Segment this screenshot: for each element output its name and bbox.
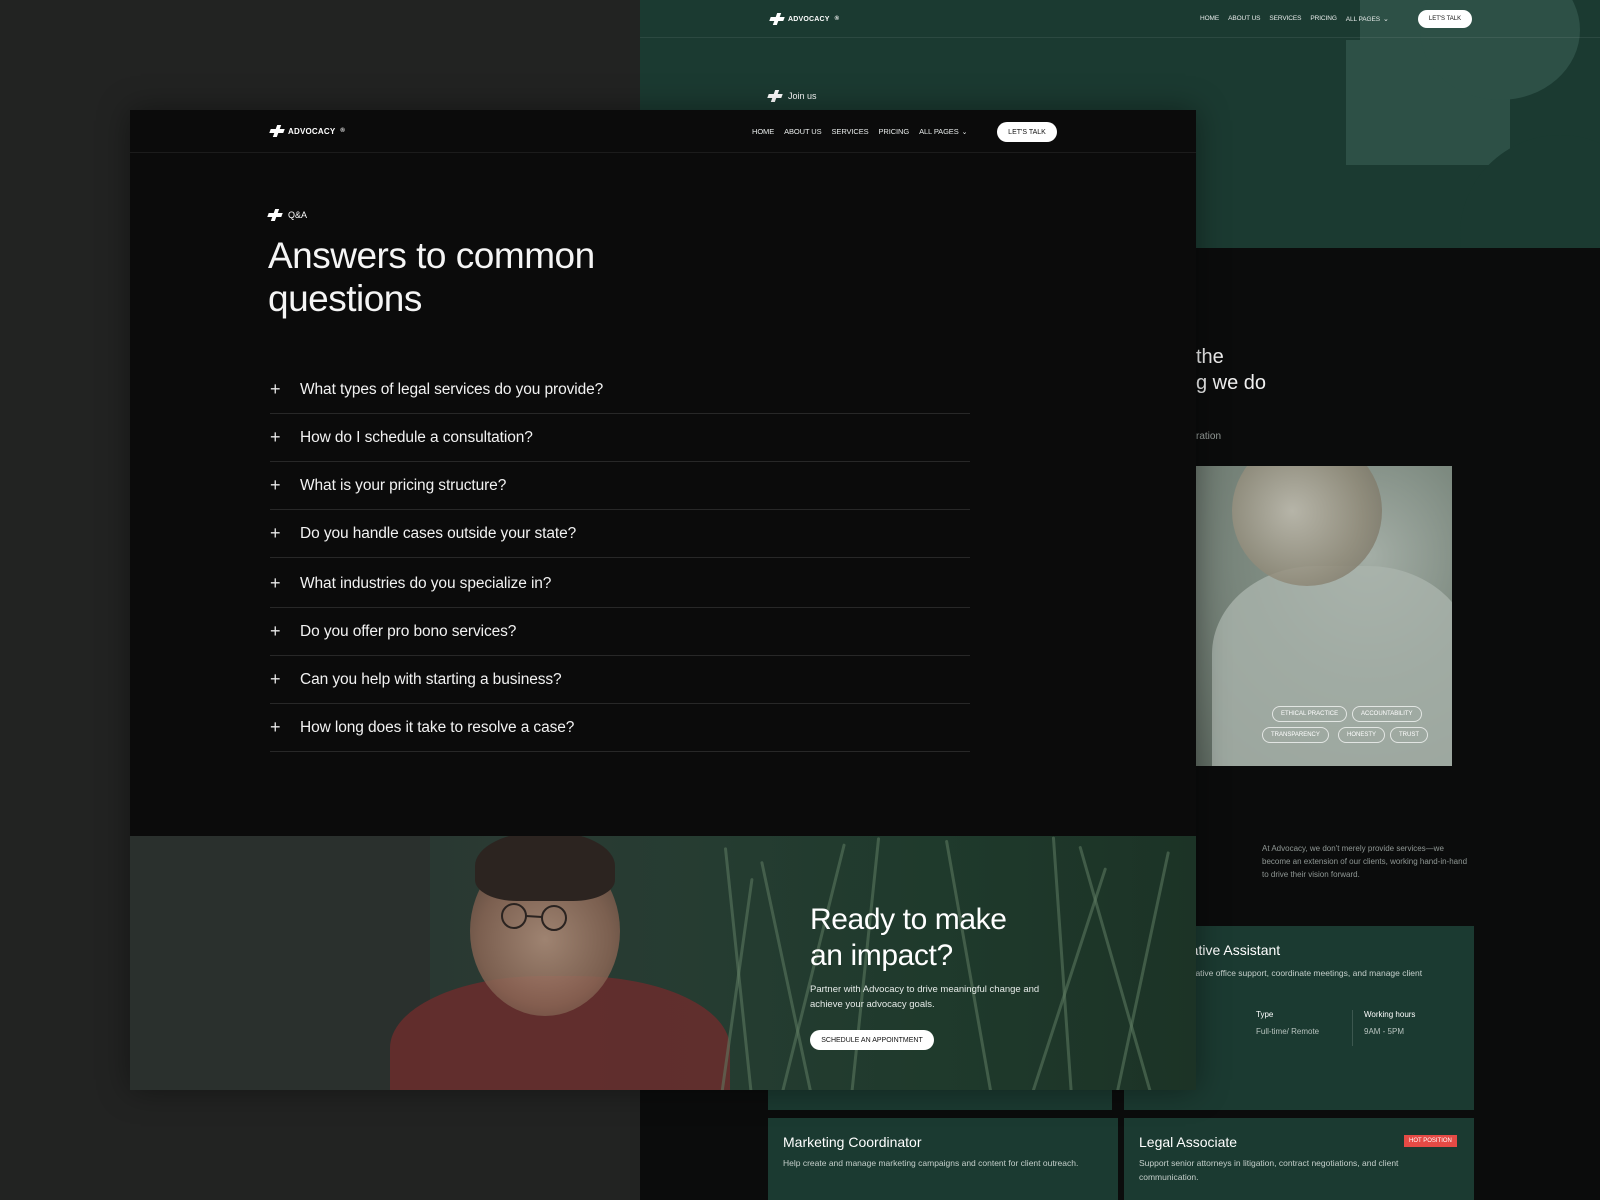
- job-desc: Help create and manage marketing campaig…: [783, 1158, 1079, 1168]
- faq-item[interactable]: + What types of legal services do you pro…: [270, 366, 970, 414]
- faq-item[interactable]: + What industries do you specialize in?: [270, 560, 970, 608]
- faq-page: ADVOCACY ® HOME ABOUT US SERVICES PRICIN…: [130, 110, 1196, 1090]
- cross-icon: [268, 209, 282, 221]
- nav-all-pages[interactable]: ALL PAGES ⌄: [1346, 15, 1389, 23]
- faq-item[interactable]: + What is your pricing structure?: [270, 462, 970, 510]
- divider: [1352, 1010, 1353, 1046]
- back-logo[interactable]: ADVOCACY ®: [770, 13, 839, 25]
- nav-about-us[interactable]: ABOUT US: [784, 127, 822, 136]
- plus-icon: +: [270, 475, 281, 495]
- job-type-value: Full-time/ Remote: [1256, 1027, 1320, 1036]
- nav-home[interactable]: HOME: [752, 127, 774, 136]
- job-type-label: Type: [1256, 1010, 1274, 1019]
- faq-item[interactable]: + How do I schedule a consultation?: [270, 414, 970, 462]
- job-card[interactable]: Marketing Coordinator Help create and ma…: [768, 1118, 1118, 1200]
- back-nav-links: HOME ABOUT US SERVICES PRICING ALL PAGES…: [1200, 15, 1389, 23]
- plus-icon: +: [270, 427, 281, 447]
- faq-item[interactable]: + Do you offer pro bono services?: [270, 608, 970, 656]
- logo-registered: ®: [834, 16, 840, 22]
- job-title: rative Assistant: [1186, 942, 1281, 958]
- glasses-shape: [501, 903, 567, 931]
- plus-icon: +: [270, 717, 281, 737]
- job-desc: Support senior attorneys in litigation, …: [1139, 1158, 1399, 1182]
- faq-item[interactable]: + Do you handle cases outside your state?: [270, 510, 970, 558]
- logo-text: ADVOCACY: [288, 126, 336, 136]
- back-lets-talk-button[interactable]: LET'S TALK: [1418, 10, 1472, 28]
- cta-banner: Ready to make an impact? Partner with Ad…: [130, 836, 1196, 1090]
- plus-icon: +: [270, 379, 281, 399]
- plus-icon: +: [270, 621, 281, 641]
- nav-about-us[interactable]: ABOUT US: [1228, 15, 1260, 23]
- value-tag: ACCOUNTABILITY: [1352, 706, 1422, 722]
- logo-cross-icon: [770, 13, 784, 25]
- back-nav: ADVOCACY ® HOME ABOUT US SERVICES PRICIN…: [640, 0, 1600, 38]
- front-nav-links: HOME ABOUT US SERVICES PRICING ALL PAGES…: [752, 127, 967, 136]
- job-desc: strative office support, coordinate meet…: [1186, 968, 1423, 978]
- plus-icon: +: [270, 523, 281, 543]
- value-tag: TRANSPARENCY: [1262, 727, 1329, 743]
- front-nav: ADVOCACY ® HOME ABOUT US SERVICES PRICIN…: [130, 110, 1196, 153]
- logo-cross-icon: [270, 125, 284, 137]
- back-heading: the g we do: [1196, 346, 1267, 394]
- nav-pricing[interactable]: PRICING: [1310, 15, 1336, 23]
- chevron-down-icon: ⌄: [1382, 16, 1389, 23]
- schedule-appointment-button[interactable]: SCHEDULE AN APPOINTMENT: [810, 1030, 934, 1050]
- page-title: Answers to common questions: [268, 235, 595, 319]
- value-tag: HONESTY: [1338, 727, 1386, 743]
- nav-services[interactable]: SERVICES: [832, 127, 869, 136]
- join-us-label: Join us: [768, 90, 817, 102]
- value-tag: TRUST: [1390, 727, 1428, 743]
- nav-all-pages[interactable]: ALL PAGES ⌄: [919, 127, 967, 136]
- hot-position-badge: HOT POSITION: [1404, 1135, 1457, 1147]
- team-photo: ETHICAL PRACTICE ACCOUNTABILITY TRANSPAR…: [1172, 466, 1452, 766]
- intro-text: At Advocacy, we don't merely provide ser…: [1262, 844, 1468, 879]
- nav-home[interactable]: HOME: [1200, 15, 1219, 23]
- person-shape: [475, 836, 615, 901]
- job-title: Marketing Coordinator: [783, 1134, 922, 1150]
- plant-leaf: [1115, 851, 1170, 1090]
- logo-registered: ®: [340, 128, 346, 134]
- section-label: Q&A: [268, 209, 307, 221]
- cta-heading: Ready to make an impact?: [810, 903, 1007, 972]
- nav-services[interactable]: SERVICES: [1269, 15, 1301, 23]
- plant-leaf: [1051, 836, 1073, 1090]
- job-hours-label: Working hours: [1364, 1010, 1416, 1019]
- back-sub-label: ration: [1196, 431, 1222, 442]
- wall-background: [130, 836, 430, 1090]
- faq-item[interactable]: + Can you help with starting a business?: [270, 656, 970, 704]
- logo-text: ADVOCACY: [788, 15, 830, 23]
- plus-icon: +: [270, 669, 281, 689]
- faq-item[interactable]: + How long does it take to resolve a case…: [270, 704, 970, 752]
- chevron-down-icon: ⌄: [961, 129, 968, 136]
- job-title: Legal Associate: [1139, 1134, 1238, 1150]
- plant-leaf: [760, 860, 813, 1090]
- cross-icon: [768, 90, 782, 102]
- job-hours-value: 9AM - 5PM: [1364, 1027, 1405, 1036]
- front-lets-talk-button[interactable]: LET'S TALK: [997, 122, 1057, 142]
- value-tag: ETHICAL PRACTICE: [1272, 706, 1348, 722]
- front-logo[interactable]: ADVOCACY ®: [270, 125, 345, 137]
- nav-pricing[interactable]: PRICING: [879, 127, 910, 136]
- plus-icon: +: [270, 573, 281, 593]
- job-card[interactable]: Legal Associate HOT POSITION Support sen…: [1124, 1118, 1474, 1200]
- cta-body: Partner with Advocacy to drive meaningfu…: [810, 984, 1040, 1010]
